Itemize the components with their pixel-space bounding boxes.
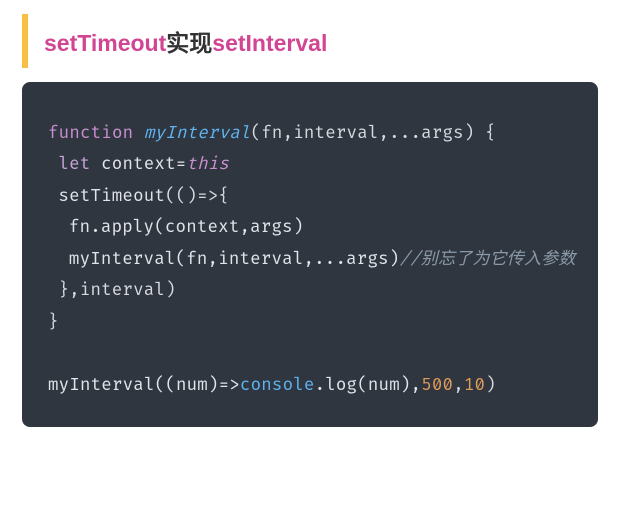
code-line-7: } <box>48 307 572 338</box>
code-line-1: function myInterval(fn,interval,...args)… <box>48 118 572 149</box>
code-line-6: },interval) <box>48 275 572 306</box>
heading-prefix: setTimeout <box>44 30 166 56</box>
code-line-8: myInterval((num)=>console.log(num),500,1… <box>48 370 572 401</box>
heading-title: setTimeout实现setInterval <box>44 30 327 56</box>
section-heading: setTimeout实现setInterval <box>22 14 620 68</box>
code-line-3: setTimeout(()=>{ <box>48 181 572 212</box>
code-line-5: myInterval(fn,interval,...args)//别忘了为它传入… <box>48 244 572 275</box>
code-line-2: let context=this <box>48 149 572 180</box>
heading-suffix: setInterval <box>212 30 327 56</box>
blank-line <box>48 338 572 369</box>
heading-mid: 实现 <box>166 30 212 56</box>
code-line-4: fn.apply(context,args) <box>48 212 572 243</box>
code-block: function myInterval(fn,interval,...args)… <box>22 82 598 427</box>
